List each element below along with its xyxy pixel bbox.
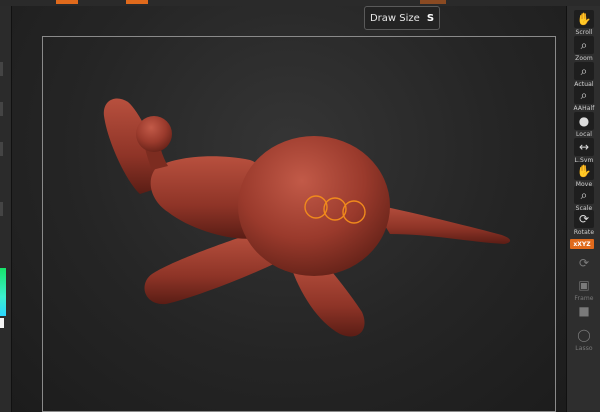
tray-handle[interactable] [0, 62, 3, 76]
rotate-label: Rotate [573, 229, 595, 236]
scroll-button[interactable]: ✋ Scroll [569, 10, 599, 36]
frame-button[interactable]: ▣ Frame [569, 276, 599, 302]
rotate-icon: ⟳ [574, 210, 594, 228]
tray-handle[interactable] [0, 142, 3, 156]
main-color-swatch[interactable] [0, 268, 6, 316]
zoom-label: Zoom [575, 55, 593, 62]
rotate-button[interactable]: ⟳ Rotate [569, 210, 599, 236]
tooltip-label: Draw Size [369, 12, 420, 24]
frame-label: Frame [574, 295, 594, 302]
aahalf-icon: ⌕ [574, 86, 594, 104]
body-sphere [238, 136, 390, 276]
canvas-viewport[interactable] [12, 6, 566, 412]
rotate-arrow-button[interactable]: ⟳ [569, 254, 599, 272]
aahalf-button[interactable]: ⌕ AAHalf [569, 86, 599, 112]
tail-shape [372, 204, 511, 244]
sculpt-model[interactable] [100, 84, 520, 356]
head-knob [136, 116, 172, 152]
actual-icon: ⌕ [574, 62, 594, 80]
right-shelf: ✋ Scroll ⌕ Zoom ⌕ Actual ⌕ AAHalf ● Loca… [566, 6, 600, 412]
lasso-icon: ◯ [577, 328, 591, 342]
frame-icon: ▣ [578, 278, 590, 292]
toolbar-slider[interactable] [420, 0, 446, 4]
lasso-button[interactable]: ◯ Lasso [569, 326, 599, 352]
tray-handle[interactable] [0, 102, 3, 116]
draw-size-tooltip: Draw Size S [364, 6, 440, 30]
tooltip-hotkey: S [426, 12, 435, 24]
move-gizmo-button[interactable]: ■ [569, 302, 599, 320]
zoom-icon: ⌕ [574, 36, 594, 54]
lsym-button[interactable]: ↔ L.Sym [569, 138, 599, 164]
move-button[interactable]: ✋ Move [569, 162, 599, 188]
local-icon: ● [574, 112, 594, 130]
local-label: Local [575, 131, 593, 138]
lsym-icon: ↔ [574, 138, 594, 156]
local-button[interactable]: ● Local [569, 112, 599, 138]
toolbar-active-indicator[interactable] [126, 0, 148, 4]
left-tray [0, 6, 12, 412]
scroll-label: Scroll [575, 29, 593, 36]
aahalf-label: AAHalf [573, 105, 595, 112]
move-gizmo-icon: ■ [578, 304, 590, 318]
rotate-arrow-icon: ⟳ [578, 256, 590, 270]
move-icon: ✋ [574, 162, 594, 180]
zoom-button[interactable]: ⌕ Zoom [569, 36, 599, 62]
lasso-label: Lasso [575, 345, 593, 352]
scale-icon: ⌕ [574, 186, 594, 204]
secondary-color-swatch[interactable] [0, 318, 4, 328]
actual-button[interactable]: ⌕ Actual [569, 62, 599, 88]
toolbar-active-indicator[interactable] [56, 0, 78, 4]
xyz-rotate-toggle[interactable]: xXYZ [570, 239, 594, 249]
tray-handle[interactable] [0, 202, 3, 216]
scale-button[interactable]: ⌕ Scale [569, 186, 599, 212]
scroll-icon: ✋ [574, 10, 594, 28]
